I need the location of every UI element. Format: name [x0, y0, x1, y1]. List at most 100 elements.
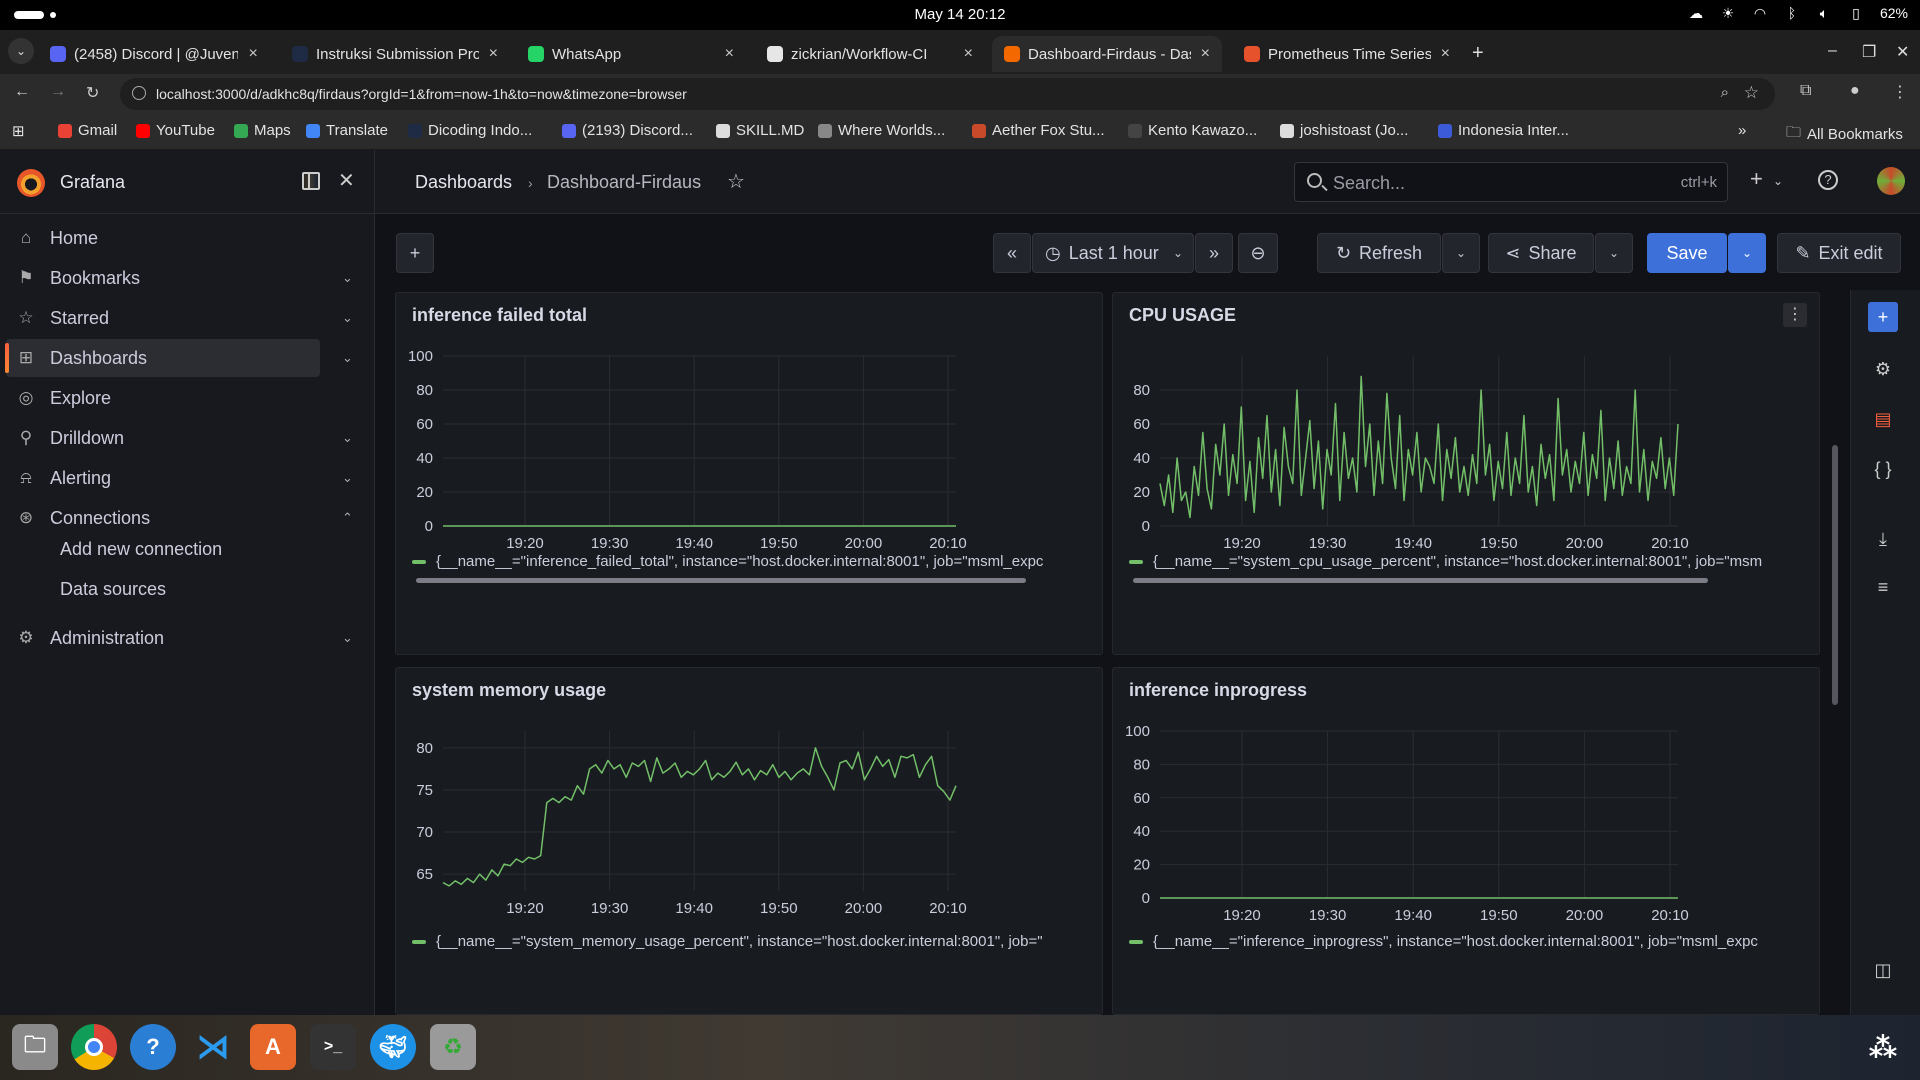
system-tray[interactable]: ☁ ☀ ◠ ᛒ 🔈︎ ▯ 62% — [1688, 5, 1908, 22]
url-text[interactable]: localhost:3000/d/adkhc8q/firdaus?orgId=1… — [156, 86, 687, 102]
back-icon[interactable]: ← — [14, 83, 30, 101]
help-icon[interactable]: ? — [1818, 170, 1838, 190]
trash-app-icon[interactable]: ♻ — [430, 1024, 476, 1070]
save-dropdown[interactable]: ⌄ — [1728, 233, 1766, 273]
browser-tab[interactable]: WhatsApp × — [516, 36, 746, 72]
sidebar-item-home[interactable]: ⌂ Home — [6, 219, 320, 257]
site-info-icon[interactable] — [132, 86, 146, 100]
tab-close-icon[interactable]: × — [487, 45, 500, 63]
grafana-logo-icon[interactable] — [17, 169, 45, 197]
app-center-icon[interactable]: A — [250, 1024, 296, 1070]
tab-close-icon[interactable]: × — [723, 45, 736, 63]
collapse-pane-icon[interactable]: ◫ — [1868, 955, 1898, 985]
sidebar-item-connections[interactable]: ⊛ Connections ⌃ — [6, 499, 353, 537]
show-apps-icon[interactable]: ⁂ — [1860, 1024, 1906, 1070]
forward-icon[interactable]: → — [50, 83, 66, 101]
refresh-interval-dropdown[interactable]: ⌄ — [1442, 233, 1480, 273]
tab-close-icon[interactable]: × — [246, 45, 260, 63]
sidebar-item-add-new-connection[interactable]: Add new connection — [60, 539, 222, 560]
bookmark-item[interactable]: (2193) Discord... — [562, 122, 693, 139]
sidebar-item-alerting[interactable]: ⍾ Alerting ⌄ — [6, 459, 353, 497]
chevron-down-icon[interactable]: ⌄ — [342, 350, 353, 366]
legend-scrollbar[interactable] — [1133, 578, 1708, 583]
add-panel-button[interactable]: + — [396, 233, 434, 273]
share-dropdown[interactable]: ⌄ — [1595, 233, 1633, 273]
chevron-down-icon[interactable]: ⌄ — [342, 270, 353, 286]
bookmark-item[interactable]: Kento Kawazo... — [1128, 122, 1257, 139]
share-button[interactable]: ⋖ Share — [1488, 233, 1594, 273]
bookmark-item[interactable]: YouTube — [136, 122, 215, 139]
browser-menu-icon[interactable]: ⋮ — [1892, 82, 1908, 102]
sidebar-item-explore[interactable]: ◎ Explore — [6, 379, 320, 417]
sidebar-item-data-sources[interactable]: Data sources — [60, 579, 166, 600]
address-bar[interactable]: localhost:3000/d/adkhc8q/firdaus?orgId=1… — [120, 78, 1775, 110]
series-line[interactable] — [442, 747, 957, 887]
time-shift-back-button[interactable]: « — [993, 233, 1031, 273]
sidebar-item-administration[interactable]: ⚙ Administration ⌄ — [6, 619, 353, 657]
chevron-down-icon[interactable]: ⌄ — [342, 430, 353, 446]
export-icon[interactable]: ⤓ — [1868, 524, 1898, 554]
browser-tab[interactable]: zickrian/Workflow-CI × — [755, 36, 985, 72]
exit-edit-button[interactable]: ✎ Exit edit — [1777, 233, 1901, 273]
legend-item[interactable]: {__name__="inference_failed_total", inst… — [412, 553, 1043, 570]
add-new-icon[interactable]: + — [1750, 166, 1763, 192]
extensions-icon[interactable]: ⧉ — [1800, 82, 1811, 100]
panel-cpu-usage[interactable]: CPU USAGE ⋮ 0 20 40 60 80 19:20 19:30 19:40 19:50 2… — [1112, 292, 1820, 655]
time-picker[interactable]: ◷ Last 1 hour ⌄ — [1032, 233, 1194, 273]
zoom-icon[interactable]: ⌕ — [1721, 84, 1729, 101]
os-clock[interactable]: May 14 20:12 — [0, 6, 1920, 23]
save-button[interactable]: Save — [1647, 233, 1727, 273]
bookmark-item[interactable]: Dicoding Indo... — [408, 122, 532, 139]
search-input[interactable]: Search... ctrl+k — [1294, 162, 1728, 202]
chevron-down-icon[interactable]: ⌄ — [342, 470, 353, 486]
legend-item[interactable]: {__name__="system_memory_usage_percent",… — [412, 933, 1043, 950]
tab-close-icon[interactable]: × — [1199, 45, 1212, 63]
bookmark-item[interactable]: Aether Fox Stu... — [972, 122, 1105, 139]
bookmarks-overflow-icon[interactable]: » — [1738, 122, 1746, 139]
chrome-app-icon[interactable] — [71, 1024, 117, 1070]
time-shift-forward-button[interactable]: » — [1195, 233, 1233, 273]
apps-icon[interactable]: ⊞ — [12, 122, 25, 140]
series-line[interactable] — [1159, 375, 1679, 519]
comment-icon[interactable]: ▤ — [1868, 404, 1898, 434]
dock-menu-icon[interactable] — [302, 172, 320, 190]
settings-icon[interactable]: ⚙ — [1868, 354, 1898, 384]
bookmark-star-icon[interactable]: ☆ — [1744, 83, 1759, 103]
chevron-down-icon[interactable]: ⌄ — [342, 310, 353, 326]
reload-icon[interactable]: ↻ — [86, 83, 99, 103]
all-bookmarks[interactable]: 🗀 All Bookmarks — [1786, 122, 1903, 147]
files-app-icon[interactable]: 🗀 — [12, 1024, 58, 1070]
panel-inference-inprogress[interactable]: inference inprogress 0 20 40 60 80 100 19:20 19:… — [1112, 667, 1820, 1015]
breadcrumb-dashboards[interactable]: Dashboards — [415, 172, 512, 193]
bookmark-item[interactable]: Gmail — [58, 122, 117, 139]
legend-item[interactable]: {__name__="system_cpu_usage_percent", in… — [1129, 553, 1762, 570]
refresh-button[interactable]: ↻ Refresh — [1317, 233, 1441, 273]
browser-tab[interactable]: Prometheus Time Series × — [1232, 36, 1462, 72]
minimize-icon[interactable]: – — [1828, 42, 1837, 60]
bookmark-item[interactable]: Translate — [306, 122, 388, 139]
add-chevron-icon[interactable]: ⌄ — [1773, 174, 1783, 188]
vscode-app-icon[interactable]: ⋊ — [190, 1024, 236, 1070]
legend-item[interactable]: {__name__="inference_inprogress", instan… — [1129, 933, 1758, 950]
sidebar-item-bookmarks[interactable]: ⚑ Bookmarks ⌄ — [6, 259, 353, 297]
json-model-icon[interactable]: { } — [1868, 454, 1898, 484]
zoom-out-button[interactable]: ⊖ — [1238, 233, 1278, 273]
docker-app-icon[interactable]: 🐳︎ — [370, 1024, 416, 1070]
legend-scrollbar[interactable] — [416, 578, 1026, 583]
chevron-down-icon[interactable]: ⌄ — [342, 630, 353, 646]
bookmark-item[interactable]: Indonesia Inter... — [1438, 122, 1569, 139]
tab-close-icon[interactable]: × — [1439, 45, 1452, 63]
tab-close-icon[interactable]: × — [962, 45, 975, 63]
bookmark-item[interactable]: SKILL.MD — [716, 122, 804, 139]
help-app-icon[interactable]: ? — [130, 1024, 176, 1070]
profile-icon[interactable]: ● — [1850, 82, 1860, 100]
star-dashboard-icon[interactable]: ☆ — [727, 169, 745, 194]
maximize-icon[interactable]: ❐ — [1862, 42, 1876, 62]
bookmark-item[interactable]: joshistoast (Jo... — [1280, 122, 1408, 139]
bookmark-item[interactable]: Maps — [234, 122, 291, 139]
user-avatar[interactable] — [1877, 167, 1905, 195]
browser-tab[interactable]: (2458) Discord | @Juveni × — [38, 36, 270, 72]
new-tab-button[interactable]: + — [1472, 42, 1484, 65]
docker-tray-icon[interactable]: ☁ — [1688, 5, 1704, 21]
browser-tab[interactable]: Instruksi Submission Pro × — [280, 36, 510, 72]
